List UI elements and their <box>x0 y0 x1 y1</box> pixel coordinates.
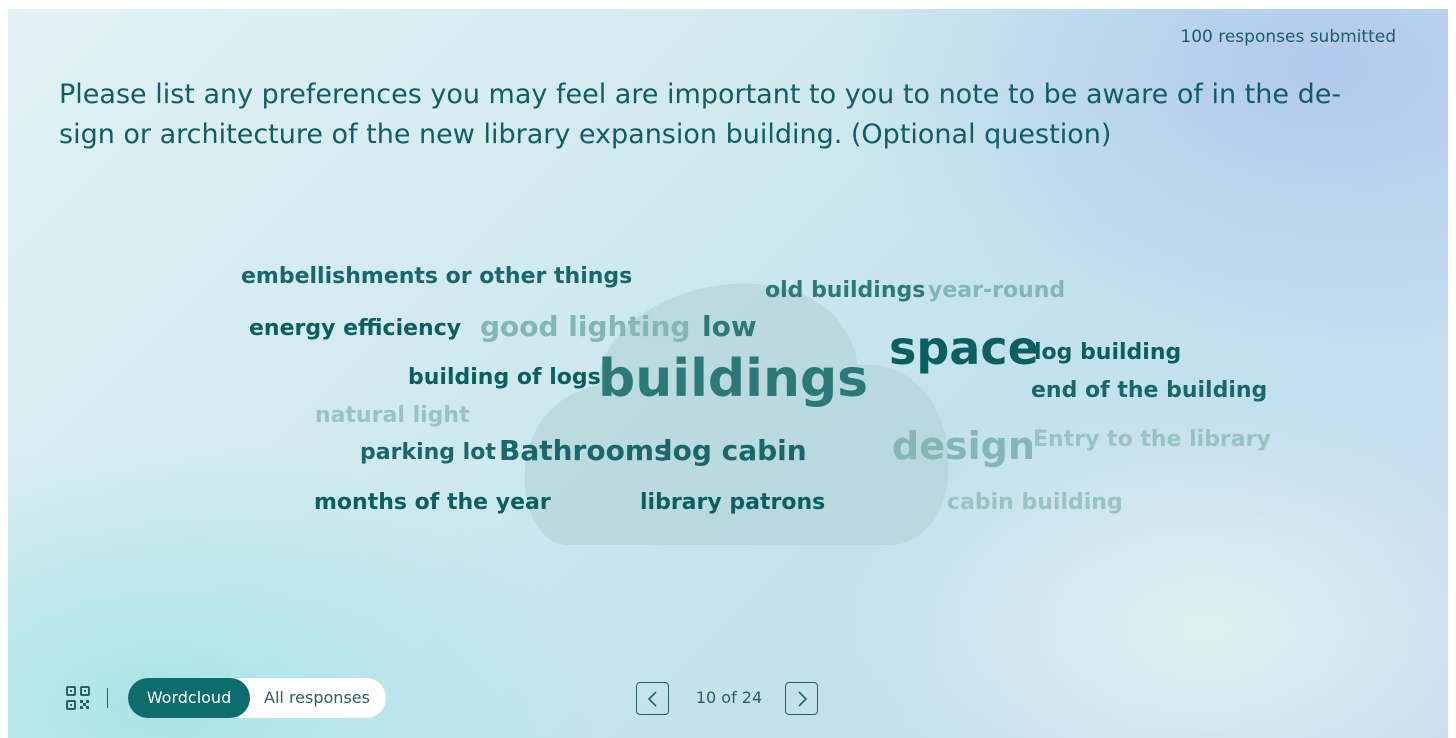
cloud-word: log building <box>1034 340 1182 365</box>
cloud-word: old buildings <box>765 278 926 303</box>
cloud-word: space <box>889 321 1039 375</box>
view-toggle: Wordcloud All responses <box>128 678 386 718</box>
cloud-word: low <box>702 310 757 343</box>
cloud-word: design <box>892 424 1035 468</box>
cloud-word: end of the building <box>1031 378 1268 403</box>
cloud-word: Entry to the library <box>1033 427 1271 452</box>
cloud-word: log cabin <box>663 434 807 467</box>
chevron-right-icon <box>797 690 807 707</box>
cloud-word: Bathrooms <box>499 434 671 467</box>
cloud-word: cabin building <box>947 490 1123 515</box>
question-title: Please list any preferences you may feel… <box>59 79 1342 150</box>
qr-code-icon[interactable] <box>66 686 90 710</box>
cloud-word: parking lot <box>360 440 496 465</box>
cloud-word: buildings <box>598 349 869 409</box>
toolbar-divider <box>107 688 108 708</box>
cloud-word: year-round <box>928 278 1066 303</box>
presentation-slide: 100 responses submitted Please list any … <box>8 9 1448 738</box>
cloud-word: months of the year <box>314 490 551 515</box>
cloud-word: natural light <box>315 403 470 428</box>
cloud-word: embellishments or other things <box>241 264 633 289</box>
next-button[interactable] <box>785 682 818 715</box>
all-responses-tab[interactable]: All responses <box>256 678 378 718</box>
responses-count: 100 responses submitted <box>1180 27 1396 47</box>
cloud-word: energy efficiency <box>249 316 462 341</box>
page-indicator: 10 of 24 <box>695 688 763 707</box>
wordcloud-tab[interactable]: Wordcloud <box>128 678 250 718</box>
cloud-word: library patrons <box>640 490 826 515</box>
cloud-word: good lighting <box>480 310 691 343</box>
cloud-word: building of logs <box>408 365 601 390</box>
previous-button[interactable] <box>636 682 669 715</box>
chevron-left-icon <box>647 690 657 707</box>
